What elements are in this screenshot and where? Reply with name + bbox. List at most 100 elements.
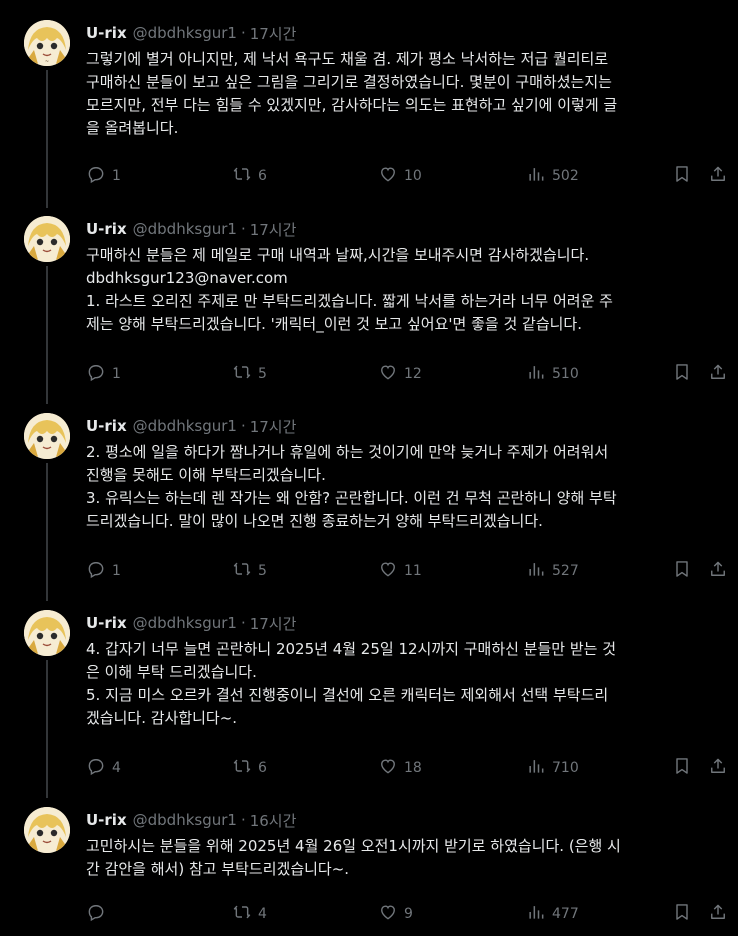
timestamp[interactable]: 16시간 — [250, 810, 297, 831]
avatar[interactable] — [24, 216, 70, 262]
repost-button[interactable]: 5 — [232, 362, 267, 386]
timestamp[interactable]: 17시간 — [250, 416, 297, 437]
heart-icon — [378, 164, 398, 188]
avatar[interactable] — [24, 807, 70, 853]
views-count: 527 — [552, 563, 579, 579]
user-handle[interactable]: @dbdhksgur1 — [133, 614, 237, 632]
tweet-header: U-rix @dbdhksgur1 · 17시간 — [86, 22, 296, 44]
reply-button[interactable] — [86, 902, 112, 926]
reply-icon — [86, 559, 106, 583]
tweet-thread: ~ U-rix @dbdhksgur1 · 17시간 그렇기에 별거 아니지만,… — [0, 0, 738, 936]
share-button[interactable] — [708, 559, 728, 583]
like-button[interactable]: 11 — [378, 559, 422, 583]
tweet-text: 그렇기에 별거 아니지만, 제 낙서 욕구도 채울 겸. 제가 평소 낙서하는 … — [86, 50, 618, 137]
reply-icon — [86, 362, 106, 386]
share-icon — [708, 756, 728, 780]
reply-count: 4 — [112, 760, 121, 776]
tweet[interactable]: U-rix @dbdhksgur1 · 17시간 구매하신 분들은 제 메일로 … — [0, 216, 738, 404]
views-button[interactable]: 510 — [526, 362, 579, 386]
user-handle[interactable]: @dbdhksgur1 — [133, 417, 237, 435]
views-button[interactable]: 527 — [526, 559, 579, 583]
views-count: 510 — [552, 366, 579, 382]
repost-count: 5 — [258, 366, 267, 382]
bookmark-button[interactable] — [672, 756, 692, 780]
tweet-header: U-rix @dbdhksgur1 · 16시간 — [86, 809, 296, 831]
tweet[interactable]: U-rix @dbdhksgur1 · 17시간 4. 갑자기 너무 늘면 곤란… — [0, 610, 738, 798]
repost-count: 5 — [258, 563, 267, 579]
reply-count: 1 — [112, 168, 121, 184]
user-handle[interactable]: @dbdhksgur1 — [133, 24, 237, 42]
action-bar: 4 9 477 — [86, 902, 730, 926]
like-count: 10 — [404, 168, 422, 184]
bookmark-icon — [672, 362, 692, 386]
bookmark-icon — [672, 559, 692, 583]
repost-button[interactable]: 5 — [232, 559, 267, 583]
avatar[interactable] — [24, 413, 70, 459]
display-name[interactable]: U-rix — [86, 24, 127, 42]
separator-dot: · — [240, 417, 246, 435]
user-handle[interactable]: @dbdhksgur1 — [133, 811, 237, 829]
share-icon — [708, 559, 728, 583]
views-button[interactable]: 477 — [526, 902, 579, 926]
reply-button[interactable]: 1 — [86, 559, 121, 583]
avatar[interactable]: ~ — [24, 20, 70, 66]
reply-button[interactable]: 4 — [86, 756, 121, 780]
tweet-text: 고민하시는 분들을 위해 2025년 4월 26일 오전1시까지 받기로 하였습… — [86, 837, 621, 878]
repost-icon — [232, 559, 252, 583]
tweet[interactable]: U-rix @dbdhksgur1 · 17시간 2. 평소에 일을 하다가 짬… — [0, 413, 738, 601]
separator-dot: · — [240, 24, 246, 42]
share-icon — [708, 362, 728, 386]
repost-button[interactable]: 4 — [232, 902, 267, 926]
avatar[interactable] — [24, 610, 70, 656]
reply-button[interactable]: 1 — [86, 164, 121, 188]
repost-button[interactable]: 6 — [232, 756, 267, 780]
like-count: 9 — [404, 906, 413, 922]
views-icon — [526, 362, 546, 386]
tweet[interactable]: U-rix @dbdhksgur1 · 16시간 고민하시는 분들을 위해 20… — [0, 807, 738, 936]
like-button[interactable]: 18 — [378, 756, 422, 780]
share-button[interactable] — [708, 902, 728, 926]
user-handle[interactable]: @dbdhksgur1 — [133, 220, 237, 238]
like-button[interactable]: 12 — [378, 362, 422, 386]
reply-icon — [86, 756, 106, 780]
bookmark-button[interactable] — [672, 559, 692, 583]
timestamp[interactable]: 17시간 — [250, 219, 297, 240]
display-name[interactable]: U-rix — [86, 220, 127, 238]
share-button[interactable] — [708, 756, 728, 780]
like-button[interactable]: 10 — [378, 164, 422, 188]
display-name[interactable]: U-rix — [86, 614, 127, 632]
bookmark-button[interactable] — [672, 362, 692, 386]
heart-icon — [378, 756, 398, 780]
share-button[interactable] — [708, 362, 728, 386]
repost-button[interactable]: 6 — [232, 164, 267, 188]
repost-count: 4 — [258, 906, 267, 922]
views-button[interactable]: 502 — [526, 164, 579, 188]
share-icon — [708, 164, 728, 188]
tweet[interactable]: ~ U-rix @dbdhksgur1 · 17시간 그렇기에 별거 아니지만,… — [0, 20, 738, 208]
separator-dot: · — [240, 614, 246, 632]
reply-count: 1 — [112, 366, 121, 382]
views-count: 502 — [552, 168, 579, 184]
heart-icon — [378, 559, 398, 583]
share-button[interactable] — [708, 164, 728, 188]
bookmark-button[interactable] — [672, 164, 692, 188]
views-icon — [526, 902, 546, 926]
bookmark-button[interactable] — [672, 902, 692, 926]
reply-button[interactable]: 1 — [86, 362, 121, 386]
thread-connector — [46, 266, 48, 404]
separator-dot: · — [240, 220, 246, 238]
reply-icon — [86, 902, 106, 926]
display-name[interactable]: U-rix — [86, 811, 127, 829]
display-name[interactable]: U-rix — [86, 417, 127, 435]
timestamp[interactable]: 17시간 — [250, 613, 297, 634]
repost-count: 6 — [258, 760, 267, 776]
views-count: 477 — [552, 906, 579, 922]
views-button[interactable]: 710 — [526, 756, 579, 780]
like-count: 18 — [404, 760, 422, 776]
views-icon — [526, 164, 546, 188]
svg-text:~: ~ — [45, 59, 49, 65]
like-button[interactable]: 9 — [378, 902, 413, 926]
tweet-header: U-rix @dbdhksgur1 · 17시간 — [86, 612, 296, 634]
timestamp[interactable]: 17시간 — [250, 23, 297, 44]
tweet-header: U-rix @dbdhksgur1 · 17시간 — [86, 218, 296, 240]
